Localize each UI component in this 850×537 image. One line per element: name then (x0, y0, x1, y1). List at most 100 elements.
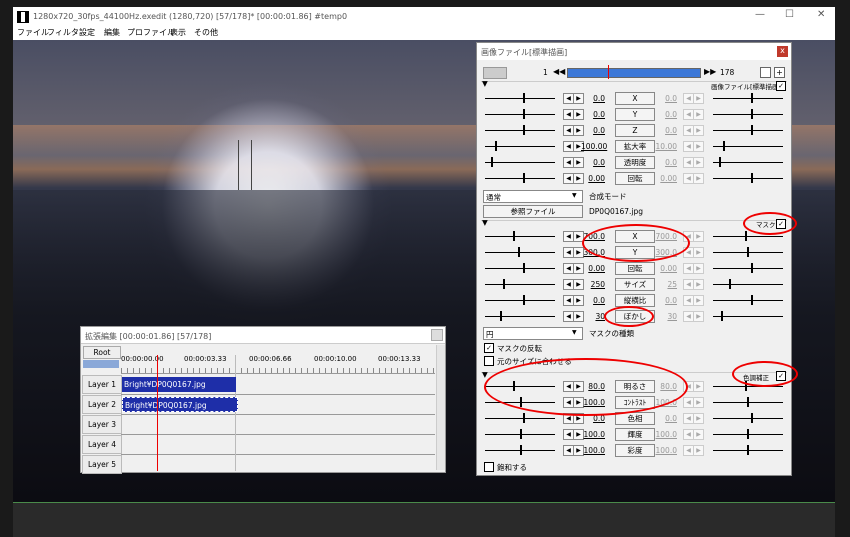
param-right-increment[interactable]: ▶ (693, 125, 704, 136)
param-right-increment[interactable]: ▶ (693, 295, 704, 306)
param-slider-right[interactable] (713, 316, 783, 317)
frame-seek-handle[interactable] (608, 65, 609, 79)
param-slider-left[interactable] (485, 316, 555, 317)
param-slider-left[interactable] (485, 300, 555, 301)
playhead[interactable] (157, 355, 158, 471)
plus-icon[interactable]: + (774, 67, 785, 78)
param-right-increment[interactable]: ▶ (693, 429, 704, 440)
param-right-value[interactable]: 10.00 (653, 142, 677, 151)
param-slider-left-thumb[interactable] (491, 157, 493, 167)
param-slider-right-thumb[interactable] (745, 231, 747, 241)
param-slider-right-thumb[interactable] (719, 157, 721, 167)
param-slider-left[interactable] (485, 252, 555, 253)
param-slider-right-thumb[interactable] (751, 125, 753, 135)
param-right-value[interactable]: 30 (653, 312, 677, 321)
param-right-value[interactable]: 0.0 (653, 414, 677, 423)
menu-filter[interactable]: フィルタ (47, 27, 79, 38)
param-left-value[interactable]: 0.0 (581, 126, 605, 135)
clip-layer-2[interactable]: Bright¥DP0Q0167.jpg (122, 397, 238, 412)
param-slider-left-thumb[interactable] (523, 93, 525, 103)
param-slider-left-thumb[interactable] (520, 429, 522, 439)
param-left-value[interactable]: 0.00 (581, 264, 605, 273)
param-name-button[interactable]: X (615, 92, 655, 105)
time-ruler[interactable]: 00:00:00.00 00:00:03.33 00:00:06.66 00:0… (121, 355, 435, 374)
param-slider-left-thumb[interactable] (500, 311, 502, 321)
header-check[interactable]: ✓ (776, 81, 786, 91)
param-left-value[interactable]: 0.00 (581, 174, 605, 183)
param-left-value[interactable]: 0.0 (581, 296, 605, 305)
param-slider-right-thumb[interactable] (723, 141, 725, 151)
param-name-button[interactable]: サイズ (615, 278, 655, 291)
param-slider-left-thumb[interactable] (523, 295, 525, 305)
close-button[interactable]: ✕ (817, 10, 825, 20)
param-left-value[interactable]: 100.0 (581, 430, 605, 439)
mask-invert-check[interactable]: ✓ (484, 343, 494, 353)
menu-view[interactable]: 表示 (170, 27, 186, 38)
param-slider-left[interactable] (485, 236, 555, 237)
param-left-value[interactable]: 0.0 (581, 94, 605, 103)
param-left-value[interactable]: 0.0 (581, 110, 605, 119)
param-slider-left-thumb[interactable] (495, 141, 497, 151)
param-name-button[interactable]: 彩度 (615, 444, 655, 457)
ref-file-button[interactable]: 参照ファイル (483, 205, 583, 218)
param-slider-left[interactable] (485, 268, 555, 269)
param-right-increment[interactable]: ▶ (693, 109, 704, 120)
param-left-value[interactable]: 250 (581, 280, 605, 289)
param-right-increment[interactable]: ▶ (693, 445, 704, 456)
param-slider-right-thumb[interactable] (729, 279, 731, 289)
param-slider-right[interactable] (713, 236, 783, 237)
menu-profile[interactable]: プロファイル (127, 27, 175, 38)
blend-mode-select[interactable]: 通常 ▼ (483, 190, 583, 203)
param-name-button[interactable]: 拡大率 (615, 140, 655, 153)
saturate-check[interactable] (484, 462, 494, 472)
param-left-value[interactable]: 100.00 (581, 142, 607, 151)
frame-prev-icon[interactable]: ◀◀ (553, 67, 565, 76)
param-slider-left[interactable] (485, 114, 555, 115)
frame-nav-icons[interactable] (483, 67, 507, 79)
layer-label-4[interactable]: Layer 4 (82, 435, 122, 454)
menu-settings[interactable]: 設定 (79, 27, 95, 38)
param-slider-right-thumb[interactable] (751, 93, 753, 103)
param-slider-right-thumb[interactable] (747, 445, 749, 455)
param-name-button[interactable]: 回転 (615, 262, 655, 275)
param-slider-right-thumb[interactable] (747, 429, 749, 439)
param-right-value[interactable]: 0.0 (653, 94, 677, 103)
param-slider-left-thumb[interactable] (518, 247, 520, 257)
menu-edit[interactable]: 編集 (104, 27, 120, 38)
frame-seek-bar[interactable] (567, 68, 701, 78)
param-slider-left[interactable] (485, 130, 555, 131)
param-right-increment[interactable]: ▶ (693, 173, 704, 184)
frame-next-icon[interactable]: ▶▶ (704, 67, 716, 76)
param-slider-right[interactable] (713, 114, 783, 115)
param-slider-right[interactable] (713, 178, 783, 179)
param-right-value[interactable]: 100.0 (653, 446, 677, 455)
layer-label-1[interactable]: Layer 1 (82, 375, 122, 394)
param-slider-left-thumb[interactable] (520, 445, 522, 455)
param-slider-right[interactable] (713, 284, 783, 285)
param-right-increment[interactable]: ▶ (693, 263, 704, 274)
param-slider-right[interactable] (713, 418, 783, 419)
param-name-button[interactable]: 輝度 (615, 428, 655, 441)
param-name-button[interactable]: 回転 (615, 172, 655, 185)
menu-file[interactable]: ファイル (17, 27, 49, 38)
param-right-value[interactable]: 100.0 (653, 430, 677, 439)
param-slider-right[interactable] (713, 98, 783, 99)
param-slider-right-thumb[interactable] (747, 397, 749, 407)
mask-type-select[interactable]: 円 ▼ (483, 327, 583, 340)
param-slider-right-thumb[interactable] (747, 247, 749, 257)
param-slider-right-thumb[interactable] (751, 173, 753, 183)
param-right-value[interactable]: 0.0 (653, 126, 677, 135)
param-right-increment[interactable]: ▶ (693, 247, 704, 258)
param-slider-left[interactable] (485, 178, 555, 179)
param-left-value[interactable]: 0.0 (581, 158, 605, 167)
param-right-value[interactable]: 25 (653, 280, 677, 289)
param-slider-left-thumb[interactable] (513, 231, 515, 241)
fit-original-check[interactable] (484, 356, 494, 366)
param-right-value[interactable]: 0.00 (653, 174, 677, 183)
param-right-increment[interactable]: ▶ (693, 397, 704, 408)
param-slider-right-thumb[interactable] (751, 263, 753, 273)
param-slider-left-thumb[interactable] (523, 173, 525, 183)
section-collapse-icon-2[interactable]: ▼ (482, 218, 488, 227)
param-slider-left-thumb[interactable] (523, 413, 525, 423)
param-left-value[interactable]: 100.0 (581, 446, 605, 455)
